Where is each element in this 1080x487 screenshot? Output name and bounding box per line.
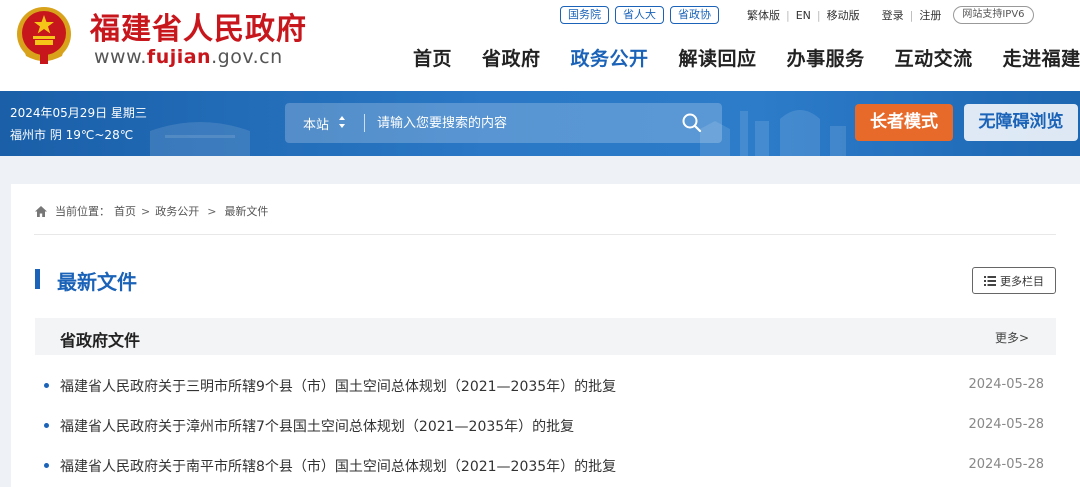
- more-columns-button[interactable]: 更多栏目: [972, 267, 1056, 294]
- url-prefix: www.: [94, 46, 147, 68]
- breadcrumb: 当前位置： 首页 > 政务公开 > 最新文件: [34, 203, 268, 219]
- weather-info: 福州市 阴 19℃~28℃: [10, 128, 134, 142]
- subsection-header: 省政府文件 更多>: [35, 318, 1056, 355]
- nav-interaction[interactable]: 互动交流: [895, 44, 973, 71]
- breadcrumb-home[interactable]: 首页: [114, 203, 136, 219]
- article-date: 2024-05-28: [968, 417, 1044, 432]
- nav-home[interactable]: 首页: [413, 44, 452, 71]
- search-scope-select[interactable]: 本站: [303, 114, 329, 133]
- nav-about-fujian[interactable]: 走进福建: [1003, 44, 1080, 71]
- elder-mode-button[interactable]: 长者模式: [855, 104, 953, 141]
- toolbar-banner: 2024年05月29日 星期三 福州市 阴 19℃~28℃ 本站 长者模式 无障…: [0, 91, 1080, 156]
- breadcrumb-latest-files[interactable]: 最新文件: [224, 203, 268, 219]
- nav-services[interactable]: 办事服务: [787, 44, 865, 71]
- cppcc-link[interactable]: 省政协: [670, 6, 719, 24]
- current-date: 2024年05月29日 星期三: [10, 106, 147, 120]
- home-icon: [35, 205, 47, 217]
- subsection-title[interactable]: 省政府文件: [60, 327, 140, 351]
- article-title[interactable]: 福建省人民政府关于漳州市所辖7个县国土空间总体规划（2021—2035年）的批复: [60, 416, 574, 436]
- mobile-link[interactable]: 移动版: [827, 7, 860, 23]
- content-panel: 当前位置： 首页 > 政务公开 > 最新文件 最新文件 更多栏目 省政府文件 更…: [11, 184, 1080, 487]
- search-input[interactable]: [377, 112, 667, 134]
- section-title: 最新文件: [57, 270, 137, 294]
- list-icon: [984, 275, 996, 286]
- national-emblem-icon[interactable]: [14, 6, 74, 66]
- url-domain: fujian: [146, 46, 212, 68]
- article-date: 2024-05-28: [968, 457, 1044, 472]
- list-item[interactable]: 福建省人民政府关于南平市所辖8个县（市）国土空间总体规划（2021—2035年）…: [44, 455, 1056, 477]
- article-date: 2024-05-28: [968, 377, 1044, 392]
- more-columns-label: 更多栏目: [1000, 274, 1044, 288]
- bullet-icon: [44, 423, 49, 428]
- traditional-chinese-link[interactable]: 繁体版: [747, 7, 780, 23]
- breadcrumb-label: 当前位置：: [55, 205, 110, 218]
- subsection-more-link[interactable]: 更多>: [995, 329, 1029, 346]
- register-link[interactable]: 注册: [919, 7, 941, 23]
- article-title[interactable]: 福建省人民政府关于南平市所辖8个县（市）国土空间总体规划（2021—2035年）…: [60, 456, 616, 476]
- login-link[interactable]: 登录: [882, 7, 904, 23]
- ipv6-badge: 网站支持IPV6: [953, 6, 1034, 24]
- list-item[interactable]: 福建省人民政府关于漳州市所辖7个县国土空间总体规划（2021—2035年）的批复…: [44, 415, 1056, 437]
- search-box: 本站: [285, 103, 722, 143]
- breadcrumb-government-affairs[interactable]: 政务公开: [155, 203, 199, 219]
- nav-interpretation[interactable]: 解读回应: [679, 44, 757, 71]
- url-suffix: .gov.cn: [211, 46, 283, 68]
- state-council-link[interactable]: 国务院: [560, 6, 609, 24]
- nav-provincial-government[interactable]: 省政府: [482, 44, 541, 71]
- bullet-icon: [44, 463, 49, 468]
- site-url[interactable]: www.fujian.gov.cn: [94, 46, 283, 68]
- bullet-icon: [44, 383, 49, 388]
- site-header: 福建省人民政府 www.fujian.gov.cn 国务院 省人大 省政协 繁体…: [0, 0, 1080, 91]
- section-accent-bar: [35, 269, 40, 289]
- nav-government-affairs[interactable]: 政务公开: [571, 44, 649, 71]
- english-link[interactable]: EN: [796, 9, 811, 22]
- accessible-browse-button[interactable]: 无障碍浏览: [964, 104, 1078, 141]
- article-title[interactable]: 福建省人民政府关于三明市所辖9个县（市）国土空间总体规划（2021—2035年）…: [60, 376, 616, 396]
- npc-link[interactable]: 省人大: [615, 6, 664, 24]
- top-links: 国务院 省人大 省政协 繁体版 | EN | 移动版 登录 | 注册 网站支持I…: [560, 5, 1034, 25]
- scope-updown-icon[interactable]: [337, 112, 347, 132]
- search-icon[interactable]: [681, 112, 703, 134]
- site-name[interactable]: 福建省人民政府: [90, 4, 307, 48]
- list-item[interactable]: 福建省人民政府关于三明市所辖9个县（市）国土空间总体规划（2021—2035年）…: [44, 375, 1056, 397]
- main-nav: 首页 省政府 政务公开 解读回应 办事服务 互动交流 走进福建: [413, 44, 1080, 71]
